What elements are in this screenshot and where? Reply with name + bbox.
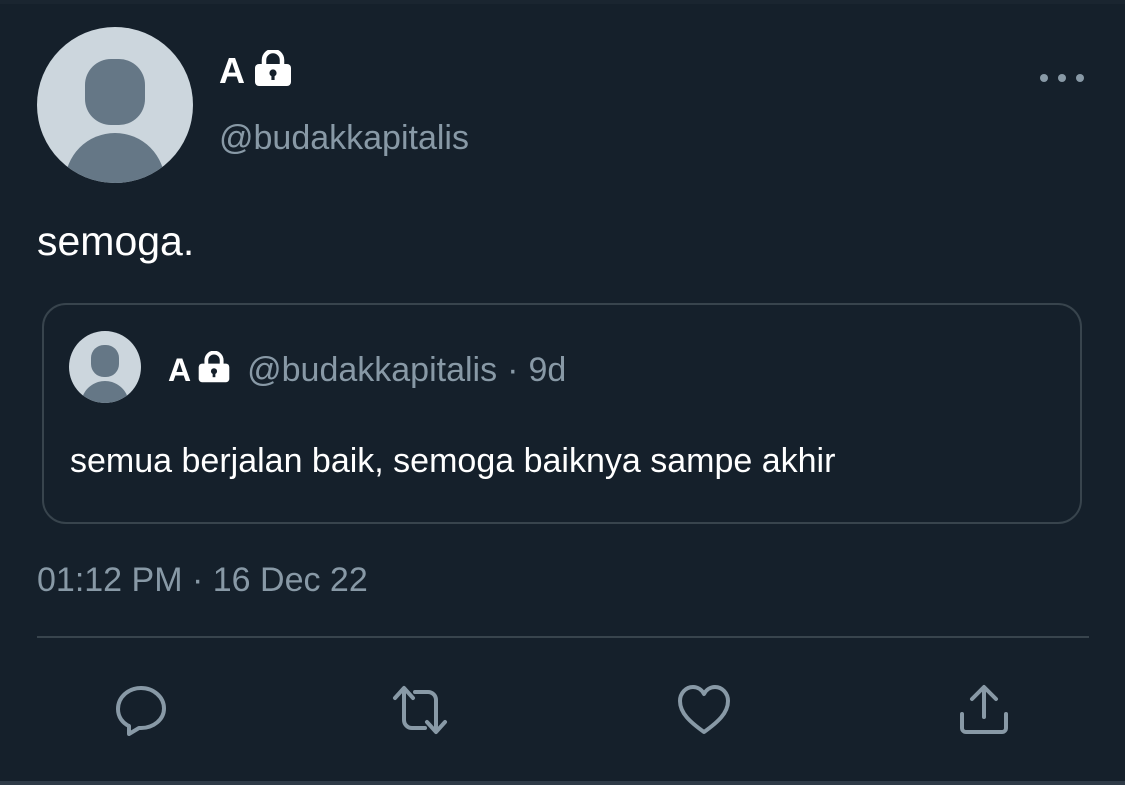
author-avatar[interactable] (37, 27, 193, 183)
separator-dot: · (507, 350, 519, 389)
reply-button[interactable] (113, 682, 169, 738)
retweet-icon (393, 686, 447, 734)
lock-icon (197, 350, 231, 388)
author-name-row[interactable]: A (219, 48, 293, 91)
retweet-button[interactable] (392, 682, 448, 738)
more-horizontal-icon-dot (1058, 74, 1066, 82)
more-options-button[interactable] (1040, 64, 1084, 92)
share-icon (960, 685, 1008, 734)
share-button[interactable] (956, 682, 1012, 738)
avatar-head-shape (85, 59, 145, 125)
avatar-body-shape (81, 381, 129, 403)
author-display-name[interactable]: A (219, 50, 245, 91)
avatar-body-shape (65, 133, 165, 183)
top-edge (0, 0, 1125, 4)
quoted-tweet-header: A @budakkapitalis · 9d (168, 350, 567, 389)
divider (37, 636, 1089, 638)
bottom-edge (0, 781, 1125, 785)
quoted-author-handle: @budakkapitalis (247, 350, 498, 389)
more-horizontal-icon (1040, 74, 1048, 82)
tweet-text: semoga. (37, 218, 195, 264)
quoted-author-avatar[interactable] (69, 331, 141, 403)
avatar-head-shape (91, 345, 119, 377)
lock-icon (253, 48, 293, 91)
quoted-author-display-name: A (168, 351, 192, 388)
quoted-tweet-text: semua berjalan baik, semoga baiknya samp… (70, 442, 836, 480)
tweet-timestamp[interactable]: 01:12 PM · 16 Dec 22 (37, 560, 368, 600)
like-icon (678, 685, 730, 734)
reply-icon (116, 686, 166, 736)
author-handle[interactable]: @budakkapitalis (219, 118, 469, 158)
quoted-tweet-time: 9d (528, 350, 567, 389)
more-horizontal-icon-dot (1076, 74, 1084, 82)
quoted-tweet-card[interactable]: A @budakkapitalis · 9d semua berjalan ba… (42, 303, 1082, 524)
like-button[interactable] (676, 682, 732, 738)
